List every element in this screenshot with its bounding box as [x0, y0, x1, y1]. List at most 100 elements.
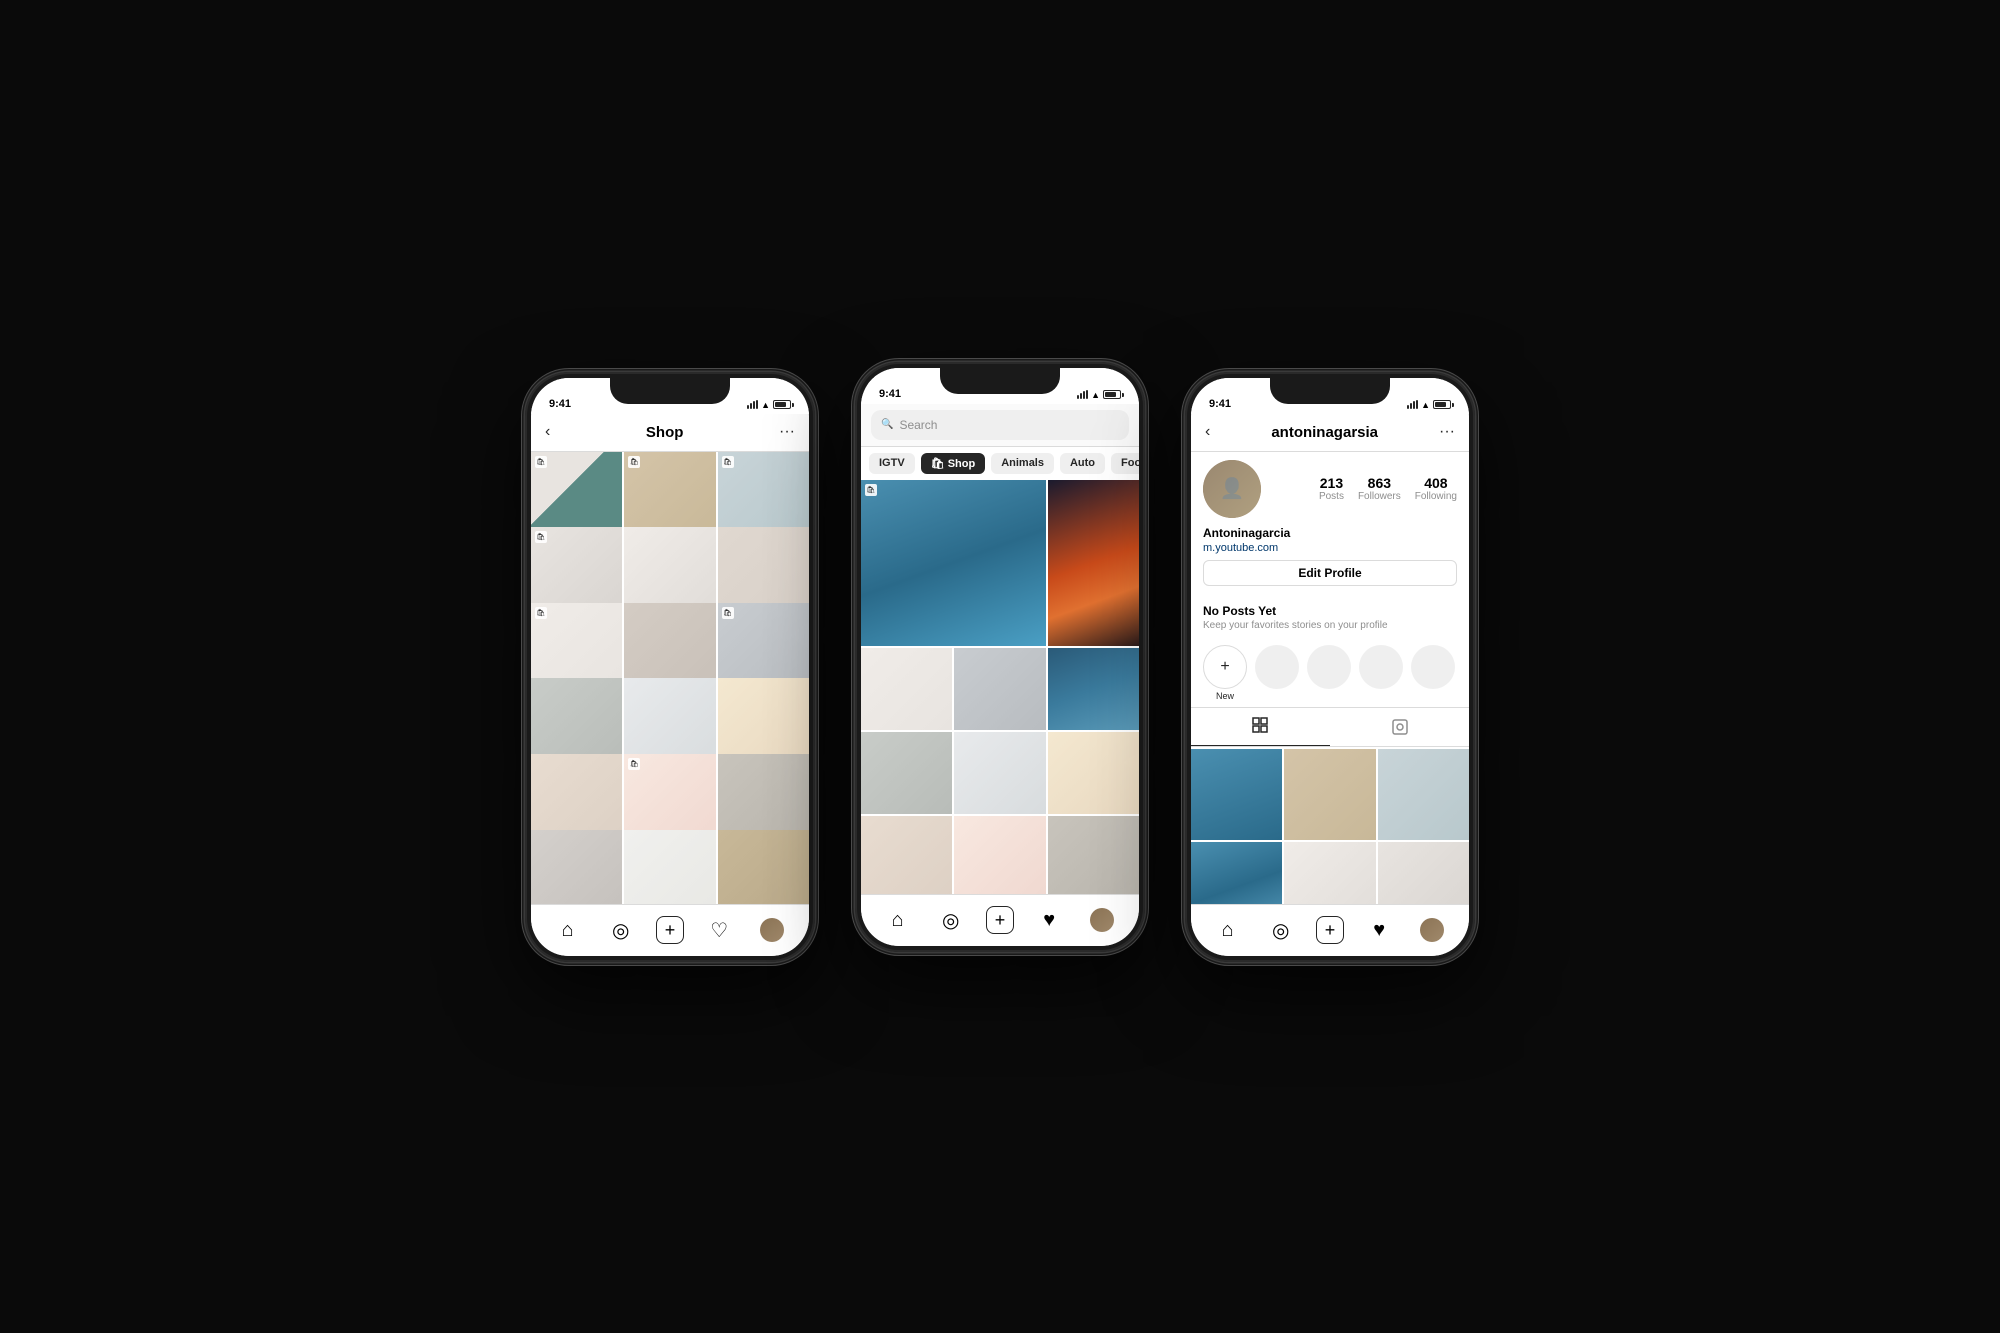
following-stat: 408 Following [1415, 475, 1457, 502]
profile-grid-5[interactable] [1284, 842, 1375, 904]
search-bar-container: 🔍 Search [861, 404, 1139, 447]
grid-item-16[interactable] [531, 830, 622, 904]
wifi-icon-3: ▲ [1421, 400, 1430, 410]
profile-photo-grid [1191, 749, 1469, 904]
shop-photo-grid: 🛍 🛍 🛍 🛍 🛍 [531, 452, 809, 904]
home-button-2[interactable]: ⌂ [880, 902, 916, 938]
wifi-icon: ▲ [761, 400, 770, 410]
profile-name: Antoninagarcia [1203, 526, 1457, 540]
profile-grid-4[interactable] [1191, 842, 1282, 904]
search-button-2[interactable]: ◎ [933, 902, 969, 938]
shop-nav-bar: ‹ Shop ··· [531, 414, 809, 452]
story-circle-3[interactable] [1359, 645, 1403, 689]
add-button-3[interactable]: + [1316, 916, 1344, 944]
grid-item-18[interactable] [718, 830, 809, 904]
story-circle-4[interactable] [1411, 645, 1455, 689]
following-count: 408 [1415, 475, 1457, 491]
menu-button-3[interactable]: ··· [1439, 423, 1455, 441]
profile-button[interactable] [754, 912, 790, 948]
tagged-tab[interactable] [1330, 708, 1469, 746]
search-grid-3c[interactable] [1048, 648, 1139, 730]
add-button[interactable]: + [656, 916, 684, 944]
grid-tab[interactable] [1191, 708, 1330, 746]
profile-grid-2[interactable] [1284, 749, 1375, 840]
tab-food[interactable]: Food [1111, 453, 1139, 474]
search-grid-ocean[interactable]: 🛍 [861, 480, 1046, 646]
profile-tabs [1191, 707, 1469, 747]
search-grid-4b[interactable] [954, 732, 1045, 814]
battery-icon [773, 400, 791, 409]
tab-animals[interactable]: Animals [991, 453, 1054, 474]
profile-grid-1[interactable] [1191, 749, 1282, 840]
story-circle-2[interactable] [1307, 645, 1351, 689]
status-icons: ▲ [747, 400, 791, 410]
tag-icon [1391, 718, 1409, 736]
filter-tabs: IGTV 🛍 Shop Animals Auto Food [861, 447, 1139, 480]
search-button-3[interactable]: ◎ [1263, 912, 1299, 948]
profile-header: 👤 213 Posts 863 Followers 408 [1191, 452, 1469, 560]
heart-button-2[interactable]: ♥ [1031, 902, 1067, 938]
edit-profile-container: Edit Profile [1191, 560, 1469, 600]
grid-item-17[interactable] [624, 830, 715, 904]
search-icon: 🔍 [881, 419, 893, 430]
profile-button-3[interactable] [1414, 912, 1450, 948]
tab-shop[interactable]: 🛍 Shop [921, 453, 986, 474]
profile-avatar: 👤 [1203, 460, 1261, 518]
search-content: 🛍 🛍 🛍 [861, 480, 1139, 894]
search-grid-5a[interactable] [861, 816, 952, 894]
story-circle-1[interactable] [1255, 645, 1299, 689]
notch [610, 378, 730, 404]
following-label: Following [1415, 491, 1457, 502]
search-grid-4c[interactable] [1048, 732, 1139, 814]
edit-profile-button[interactable]: Edit Profile [1203, 560, 1457, 586]
back-button-3[interactable]: ‹ [1205, 423, 1210, 441]
status-time-2: 9:41 [879, 388, 901, 400]
profile-link[interactable]: m.youtube.com [1203, 542, 1457, 554]
posts-stat: 213 Posts [1319, 475, 1344, 502]
search-grid-4a[interactable] [861, 732, 952, 814]
home-button[interactable]: ⌂ [550, 912, 586, 948]
tab-igtv[interactable]: IGTV [869, 453, 915, 474]
search-photo-grid: 🛍 🛍 🛍 [861, 480, 1139, 894]
search-grid-5b[interactable]: 🛍 [954, 816, 1045, 894]
profile-stats-row: 👤 213 Posts 863 Followers 408 [1203, 460, 1457, 518]
heart-button-3[interactable]: ♥ [1361, 912, 1397, 948]
grid-icon [1252, 717, 1270, 735]
battery-icon-2 [1103, 390, 1121, 399]
add-button-2[interactable]: + [986, 906, 1014, 934]
search-grid-3b[interactable]: 🛍 [954, 648, 1045, 730]
posts-count: 213 [1319, 475, 1344, 491]
status-time-3: 9:41 [1209, 398, 1231, 410]
search-grid-sunset[interactable] [1048, 480, 1139, 646]
tab-auto[interactable]: Auto [1060, 453, 1105, 474]
profile-button-2[interactable] [1084, 902, 1120, 938]
followers-count: 863 [1358, 475, 1401, 491]
home-button-3[interactable]: ⌂ [1210, 912, 1246, 948]
profile-grid-6[interactable] [1378, 842, 1469, 904]
signal-icon-3 [1407, 400, 1418, 409]
search-grid-5c[interactable] [1048, 816, 1139, 894]
search-grid-3a[interactable]: 🛍 [861, 648, 952, 730]
status-icons-3: ▲ [1407, 400, 1451, 410]
new-story-label: New [1216, 691, 1234, 701]
add-story-button[interactable]: + [1203, 645, 1247, 689]
profile-grid-3[interactable] [1378, 749, 1469, 840]
heart-button[interactable]: ♡ [701, 912, 737, 948]
menu-button[interactable]: ··· [779, 423, 795, 441]
back-button[interactable]: ‹ [545, 423, 550, 441]
shop-icon: 🛍 [535, 456, 547, 468]
phones-container: 9:41 ▲ ‹ Shop ··· [525, 372, 1475, 962]
no-posts-section: No Posts Yet Keep your favorites stories… [1191, 600, 1469, 645]
search-bar[interactable]: 🔍 Search [871, 410, 1129, 440]
notch-3 [1270, 378, 1390, 404]
battery-icon-3 [1433, 400, 1451, 409]
search-button[interactable]: ◎ [603, 912, 639, 948]
profile-nav-bar: ‹ antoninagarsia ··· [1191, 414, 1469, 452]
shop-title: Shop [646, 424, 684, 441]
phone-shop: 9:41 ▲ ‹ Shop ··· [525, 372, 815, 962]
search-bottom-nav: ⌂ ◎ + ♥ [861, 894, 1139, 946]
followers-stat: 863 Followers [1358, 475, 1401, 502]
no-posts-subtitle: Keep your favorites stories on your prof… [1203, 620, 1457, 631]
shop-icon-3: 🛍 [722, 456, 734, 468]
shop-icon-7: 🛍 [535, 607, 547, 619]
